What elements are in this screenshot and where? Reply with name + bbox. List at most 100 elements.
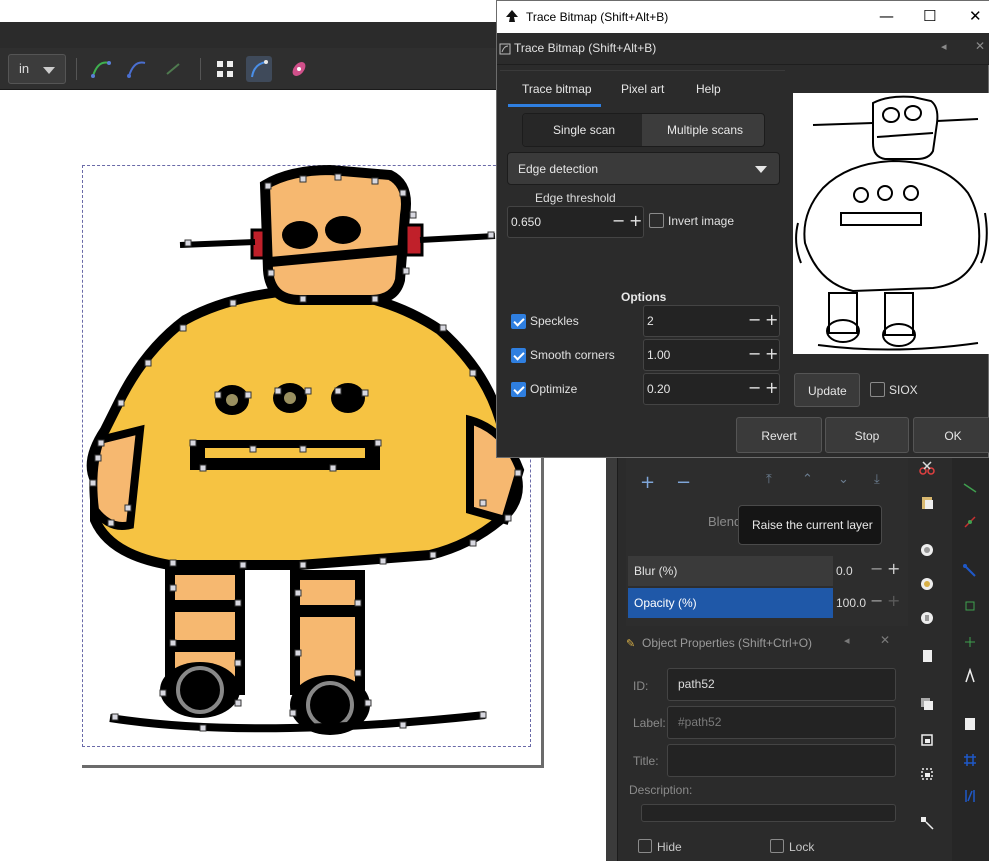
raise-layer-icon[interactable]: ⌃ xyxy=(802,472,813,487)
snap-grid-icon[interactable] xyxy=(962,752,978,768)
description-field[interactable] xyxy=(641,804,896,822)
stop-button[interactable]: Stop xyxy=(825,417,909,453)
lower-layer-icon[interactable]: ⌄ xyxy=(838,472,849,487)
speckles-checkbox[interactable] xyxy=(511,314,526,329)
snap-guide-icon[interactable] xyxy=(962,788,978,804)
layer-to-top-icon[interactable]: ⤒ xyxy=(766,472,772,487)
blur-increment[interactable]: + xyxy=(887,559,900,578)
options-heading: Options xyxy=(621,290,667,304)
invert-image-label: Invert image xyxy=(668,214,735,228)
dock-handle[interactable] xyxy=(606,458,618,861)
update-preview-button[interactable]: Update xyxy=(794,373,860,407)
minimize-button[interactable]: — xyxy=(879,7,894,25)
speckles-decrement[interactable]: − xyxy=(748,310,761,329)
snap-center-icon[interactable] xyxy=(962,634,978,650)
lock-checkbox[interactable] xyxy=(770,839,784,853)
panel-close-icon[interactable]: ✕ xyxy=(880,633,890,647)
smooth-corners-value: 1.00 xyxy=(647,348,671,362)
siox-label: SIOX xyxy=(889,383,918,397)
object-properties-panel: ✎ Object Properties (Shift+Ctrl+O) ◂ ✕ I… xyxy=(620,628,910,861)
layer-to-bottom-icon[interactable]: ⤓ xyxy=(874,472,880,487)
opacity-decrement[interactable]: − xyxy=(870,591,883,610)
zoom-selection-icon[interactable] xyxy=(919,576,935,592)
smooth-corners-checkbox[interactable] xyxy=(511,348,526,363)
multiple-scans-button[interactable]: Multiple scans xyxy=(642,114,764,146)
optimize-decrement[interactable]: − xyxy=(748,378,761,397)
tab-bar: Trace bitmap Pixel art Help xyxy=(500,70,785,107)
node-editor-icon[interactable] xyxy=(919,815,935,831)
inkscape-logo-icon xyxy=(506,10,518,22)
dialog-close-icon[interactable]: ✕ xyxy=(975,39,985,53)
hide-checkbox[interactable] xyxy=(638,839,652,853)
revert-button[interactable]: Revert xyxy=(736,417,822,453)
single-scan-button[interactable]: Single scan xyxy=(523,114,642,146)
edge-threshold-decrement[interactable]: − xyxy=(612,211,625,230)
smooth-corners-increment[interactable]: + xyxy=(765,344,778,363)
document-icon[interactable] xyxy=(919,648,935,664)
trace-preview-image xyxy=(795,95,988,351)
snap-bbox-icon[interactable] xyxy=(962,563,978,579)
snap-text-icon[interactable] xyxy=(962,668,978,684)
opacity-row[interactable]: Opacity (%) 100.0 − + xyxy=(628,588,903,618)
invert-image-checkbox[interactable] xyxy=(649,213,664,228)
ok-button[interactable]: OK xyxy=(913,417,989,453)
zoom-page-icon[interactable] xyxy=(919,610,935,626)
chevron-down-icon xyxy=(755,166,767,173)
snap-page-icon[interactable] xyxy=(962,716,978,732)
edge-threshold-label: Edge threshold xyxy=(535,191,616,205)
optimize-input[interactable]: 0.20 − + xyxy=(643,373,780,405)
trace-bitmap-window: Trace Bitmap (Shift+Alt+B) — ☐ ✕ Trace B… xyxy=(496,0,989,458)
ungroup-icon[interactable] xyxy=(919,766,935,782)
snap-toolbar xyxy=(952,458,989,861)
title-field[interactable] xyxy=(667,744,896,777)
description-label: Description: xyxy=(629,783,693,797)
window-title: Trace Bitmap (Shift+Alt+B) xyxy=(526,10,669,24)
panel-menu-icon[interactable]: ◂ xyxy=(844,634,850,647)
optimize-increment[interactable]: + xyxy=(765,378,778,397)
active-tab-indicator xyxy=(508,104,601,107)
detection-mode-value: Edge detection xyxy=(518,162,599,176)
speckles-label: Speckles xyxy=(530,314,579,328)
optimize-label: Optimize xyxy=(530,382,578,396)
raise-layer-tooltip: Raise the current layer xyxy=(738,505,882,545)
paste-icon[interactable] xyxy=(919,494,935,510)
id-label: ID: xyxy=(633,679,649,693)
tab-pixel-art[interactable]: Pixel art xyxy=(621,82,664,96)
edge-threshold-increment[interactable]: + xyxy=(629,211,642,230)
siox-checkbox[interactable] xyxy=(870,382,885,397)
detection-mode-select[interactable]: Edge detection xyxy=(507,152,780,185)
cut-icon[interactable] xyxy=(919,460,935,476)
opacity-slider[interactable]: Opacity (%) xyxy=(628,588,833,618)
smooth-corners-input[interactable]: 1.00 − + xyxy=(643,339,780,371)
dock-toggle-icon[interactable]: ◂ xyxy=(941,40,947,53)
snap-node-icon[interactable] xyxy=(962,514,978,530)
blur-slider[interactable]: Blur (%) xyxy=(628,556,833,586)
opacity-value: 100.0 xyxy=(836,596,867,610)
id-field[interactable]: path52 xyxy=(667,668,896,701)
speckles-increment[interactable]: + xyxy=(765,310,778,329)
maximize-button[interactable]: ☐ xyxy=(923,7,936,25)
snap-path-icon[interactable] xyxy=(962,480,978,496)
blur-row[interactable]: Blur (%) 0.0 − + xyxy=(628,556,903,586)
tab-help[interactable]: Help xyxy=(696,82,721,96)
tab-trace-bitmap[interactable]: Trace bitmap xyxy=(522,82,592,96)
zoom-drawing-icon[interactable] xyxy=(919,542,935,558)
smooth-corners-decrement[interactable]: − xyxy=(748,344,761,363)
title-label: Title: xyxy=(633,754,659,768)
speckles-input[interactable]: 2 − + xyxy=(643,305,780,337)
blur-decrement[interactable]: − xyxy=(870,559,883,578)
remove-layer-button[interactable]: − xyxy=(676,472,691,493)
blend-label: Blend xyxy=(708,514,742,529)
add-layer-button[interactable]: + xyxy=(640,472,655,493)
edge-threshold-input[interactable]: 0.650 − + xyxy=(507,206,644,238)
duplicate-icon[interactable] xyxy=(919,696,935,712)
close-button[interactable]: ✕ xyxy=(969,7,982,25)
optimize-value: 0.20 xyxy=(647,382,671,396)
label-field[interactable]: #path52 xyxy=(667,706,896,739)
optimize-checkbox[interactable] xyxy=(511,382,526,397)
group-icon[interactable] xyxy=(919,732,935,748)
opacity-increment[interactable]: + xyxy=(887,591,900,610)
window-titlebar[interactable]: Trace Bitmap (Shift+Alt+B) — ☐ ✕ xyxy=(497,1,989,33)
lock-label: Lock xyxy=(789,840,815,854)
snap-midpoint-icon[interactable] xyxy=(962,598,978,614)
